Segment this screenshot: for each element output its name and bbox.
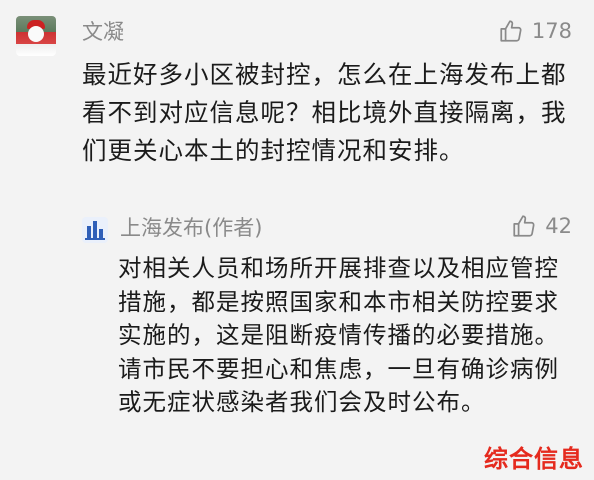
skyline-bar <box>93 221 97 238</box>
skyline-bar <box>99 229 103 238</box>
comment-user-name[interactable]: 文凝 <box>82 18 124 46</box>
comment-like-button[interactable]: 178 <box>498 18 572 44</box>
reply-like-button[interactable]: 42 <box>511 213 572 239</box>
comment-text: 最近好多小区被封控，怎么在上海发布上都看不到对应信息呢？相比境外直接隔离，我们更… <box>82 60 567 165</box>
avatar-face <box>28 26 44 42</box>
thumbs-up-icon <box>513 215 535 237</box>
reply-text: 对相关人员和场所开展排查以及相应管控措施，都是按照国家和本市相关防控要求实施的，… <box>118 254 559 416</box>
reply-author-name[interactable]: 上海发布(作者) <box>120 214 262 242</box>
author-avatar[interactable] <box>82 217 108 243</box>
reply-like-count: 42 <box>545 214 572 238</box>
thumbs-up-icon <box>500 20 522 42</box>
watermark-label: 综合信息 <box>484 445 584 473</box>
comment-item: 文凝 178 最近好多小区被封控，怎么在上海发布上都看不到对应信息呢？相比境外直… <box>0 0 594 480</box>
user-avatar[interactable] <box>16 16 56 56</box>
comment-like-count: 178 <box>531 19 572 43</box>
skyline-base <box>85 238 105 240</box>
skyline-bar <box>87 226 91 238</box>
